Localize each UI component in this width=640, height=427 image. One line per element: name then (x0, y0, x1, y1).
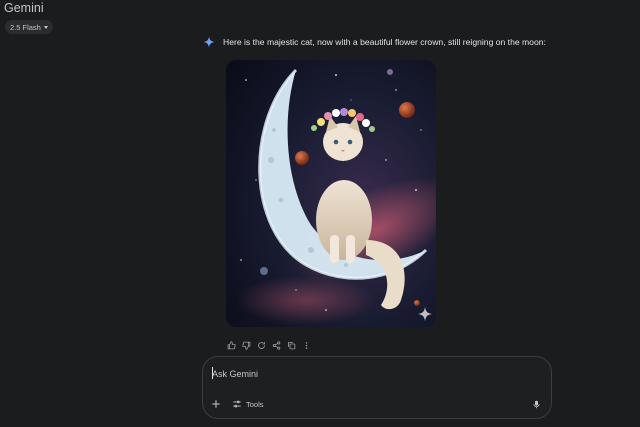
plus-icon (212, 400, 220, 408)
response-text: Here is the majestic cat, now with a bea… (223, 37, 546, 47)
microphone-button[interactable] (530, 397, 542, 411)
share-icon (272, 341, 281, 350)
regenerate-icon (258, 342, 265, 349)
tools-label: Tools (246, 399, 264, 409)
thumbs-down-button[interactable] (241, 340, 252, 351)
more-options-button[interactable] (301, 340, 312, 351)
copy-icon (288, 342, 296, 350)
model-selector[interactable]: 2.5 Flash (5, 20, 53, 34)
prompt-composer: Tools (202, 356, 552, 419)
cat-moon-illustration (226, 60, 436, 327)
thumbs-up-icon (227, 341, 236, 350)
thumbs-down-icon (242, 341, 251, 350)
more-icon (305, 342, 308, 349)
gemini-app: Gemini 2.5 Flash Here is the majestic ca… (0, 0, 640, 427)
chevron-down-icon (43, 25, 48, 29)
tools-icon (233, 400, 241, 408)
share-button[interactable] (271, 340, 282, 351)
generated-image[interactable] (226, 60, 436, 327)
app-title: Gemini (4, 1, 44, 15)
regenerate-button[interactable] (256, 340, 267, 351)
gemini-spark-icon (203, 36, 215, 48)
text-cursor (212, 367, 213, 379)
model-label: 2.5 Flash (10, 22, 41, 32)
response-actions (226, 340, 312, 351)
prompt-input[interactable] (212, 367, 532, 381)
tools-button[interactable]: Tools (232, 397, 264, 411)
microphone-icon (533, 400, 539, 408)
model-response: Here is the majestic cat, now with a bea… (203, 36, 546, 48)
copy-button[interactable] (286, 340, 297, 351)
thumbs-up-button[interactable] (226, 340, 237, 351)
add-file-button[interactable] (210, 398, 222, 410)
